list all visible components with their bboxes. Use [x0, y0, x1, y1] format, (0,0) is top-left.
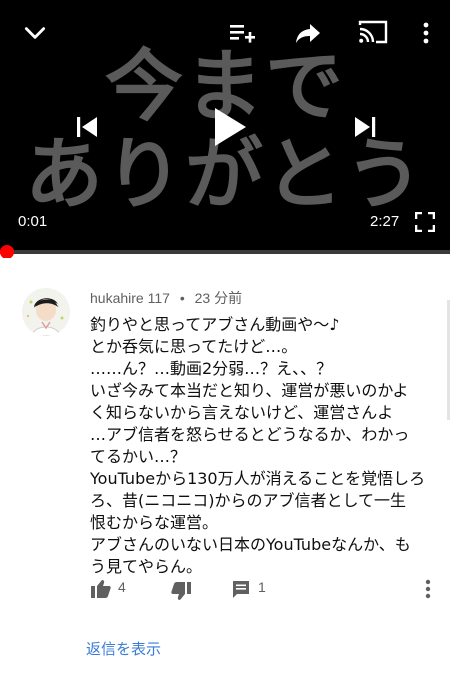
- comment-line: とか呑気に思ってたけど…。: [90, 337, 298, 356]
- comment-author[interactable]: hukahire 117: [90, 290, 170, 306]
- playlist-add-icon[interactable]: [225, 18, 259, 48]
- chevron-down-icon[interactable]: [20, 18, 50, 48]
- comment-line: 釣りやと思ってアブさん動画や〜♪: [90, 315, 340, 334]
- comment-line: …アブ信者を怒らせるとどうなるか、わかっ: [90, 425, 410, 444]
- thumb-down-icon[interactable]: [170, 579, 192, 603]
- comment-line: う見てやらん。: [90, 557, 203, 576]
- duration: 2:27: [370, 213, 400, 230]
- comment-actions: 4 1: [90, 576, 440, 602]
- comment-time: 23 分前: [194, 290, 243, 306]
- like-count: 4: [118, 579, 126, 595]
- play-icon[interactable]: [205, 102, 255, 152]
- share-icon[interactable]: [292, 18, 324, 48]
- comment-line: YouTubeから130万人が消えることを覚悟しろ: [90, 469, 426, 488]
- fullscreen-icon[interactable]: [412, 210, 438, 234]
- current-time: 0:01: [18, 213, 48, 230]
- comment-line: いざ今みて本当だと知り、運営が悪いのかよ: [90, 381, 409, 400]
- comment-meta: hukahire 117 • 23 分前: [90, 288, 242, 308]
- thumb-up-icon[interactable]: [90, 576, 112, 600]
- progress-bar[interactable]: [0, 250, 450, 254]
- more-vert-icon[interactable]: [420, 576, 436, 602]
- comment-line: く知らないから言えないけど、運営さんよ: [90, 403, 394, 422]
- avatar[interactable]: [22, 288, 70, 336]
- comment-line: 恨むからな運営。: [90, 513, 219, 532]
- skip-next-icon[interactable]: [350, 112, 380, 142]
- reply-count: 1: [258, 579, 266, 595]
- skip-previous-icon[interactable]: [72, 112, 102, 142]
- comment-line: ……ん？…動画2分弱…？え、、？: [90, 359, 333, 378]
- comment-line: アブさんのいない日本のYouTubeなんか、も: [90, 535, 411, 554]
- view-replies-link[interactable]: 返信を表示: [86, 638, 161, 659]
- meta-separator: •: [179, 290, 185, 306]
- comment-icon[interactable]: [230, 577, 252, 601]
- comment-thread: hukahire 117 • 23 分前 釣りやと思ってアブさん動画や〜♪ とか…: [0, 258, 450, 679]
- video-player[interactable]: 今まで ありがとう 0:01 2:27: [0, 0, 450, 254]
- comment-line: ろ、昔(ニコニコ)からのアブ信者として一生: [90, 491, 407, 510]
- progress-scrubber[interactable]: [0, 245, 14, 259]
- more-vert-icon[interactable]: [416, 18, 436, 48]
- comment-line: てるかい…？: [90, 447, 187, 466]
- comment-text: 釣りやと思ってアブさん動画や〜♪ とか呑気に思ってたけど…。 ……ん？…動画2分…: [90, 314, 440, 578]
- cast-icon[interactable]: [355, 16, 391, 48]
